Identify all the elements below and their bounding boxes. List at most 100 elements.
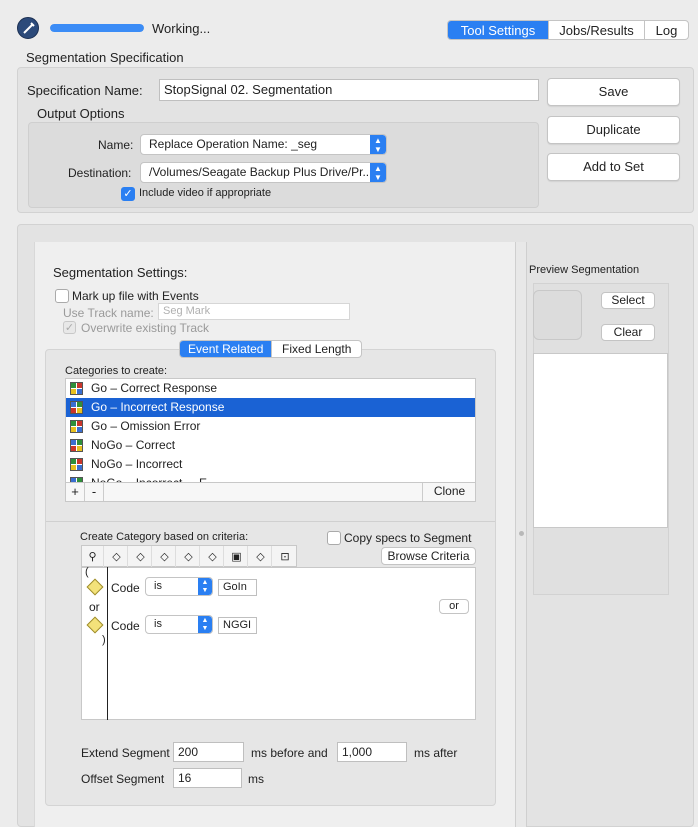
tab-tool-settings[interactable]: Tool Settings [448, 21, 549, 39]
category-list-footer: + - Clone [65, 483, 476, 502]
category-list[interactable]: Go – Correct Response Go – Incorrect Resp… [65, 378, 476, 483]
ms-label: ms [248, 772, 264, 786]
category-row[interactable]: NoGo – Correct [66, 436, 475, 455]
criteria-separator [46, 521, 495, 522]
category-grid-icon [70, 439, 83, 453]
category-rows: Go – Correct Response Go – Incorrect Resp… [66, 379, 475, 483]
output-name-value: Replace Operation Name: _seg [149, 137, 318, 151]
main-tabs: Tool Settings Jobs/Results Log [447, 20, 689, 40]
category-label: NoGo – Incorrect ... E... [91, 476, 218, 483]
criterion-1-value[interactable]: GoIn [218, 579, 257, 596]
preview-thumbnail [533, 290, 582, 340]
tab-jobs-results[interactable]: Jobs/Results [549, 21, 645, 39]
offset-input[interactable]: 16 [173, 768, 242, 788]
settings-title: Segmentation Settings: [53, 265, 188, 280]
criteria-tool-7-icon[interactable]: ▣ [226, 546, 248, 568]
include-video-label: Include video if appropriate [139, 187, 272, 199]
spec-name-label: Specification Name: [27, 83, 143, 98]
app-icon [17, 17, 39, 39]
destination-label: Destination: [68, 166, 132, 180]
criteria-tool-2-icon[interactable]: ◇ [106, 546, 128, 568]
category-label: NoGo – Correct [91, 438, 176, 452]
split-divider[interactable] [515, 242, 527, 827]
before-label: ms before and [251, 746, 328, 760]
extend-label: Extend Segment [81, 746, 170, 760]
mode-tabs: Event Related Fixed Length [179, 340, 362, 358]
criterion-1-op-popup[interactable]: is ▲ ▼ [145, 577, 213, 596]
output-name-popup[interactable]: Replace Operation Name: _seg ▲ ▼ [140, 134, 387, 155]
offset-label: Offset Segment [81, 772, 165, 786]
clear-button[interactable]: Clear [601, 324, 655, 341]
progress-bar [50, 24, 144, 32]
tab-event-related[interactable]: Event Related [180, 341, 273, 357]
category-grid-icon [70, 382, 83, 396]
criteria-tool-1-icon[interactable]: ⚲ [82, 546, 104, 568]
markup-label: Mark up file with Events [72, 289, 199, 303]
copy-specs-checkbox[interactable] [327, 531, 341, 545]
criteria-area [81, 567, 476, 720]
include-video-checkbox[interactable]: ✓ [121, 187, 135, 201]
destination-popup[interactable]: /Volumes/Seagate Backup Plus Drive/Pr...… [140, 162, 387, 183]
divider-handle-icon [519, 531, 524, 536]
category-grid-icon [70, 420, 83, 434]
overwrite-checkbox[interactable]: ✓ [63, 321, 76, 334]
chevron-updown-icon: ▲ ▼ [198, 578, 212, 595]
criterion-2-op: is [154, 618, 162, 630]
categories-label: Categories to create: [65, 365, 168, 377]
criterion-2-field: Code [111, 619, 140, 633]
criteria-tool-6-icon[interactable]: ◇ [202, 546, 224, 568]
copy-specs-label: Copy specs to Segment [344, 531, 472, 545]
category-label: Go – Omission Error [91, 419, 201, 433]
overwrite-label: Overwrite existing Track [81, 321, 210, 335]
after-label: ms after [414, 746, 458, 760]
remove-category-button[interactable]: - [85, 483, 104, 501]
criteria-gutter-line [107, 567, 108, 720]
category-row[interactable]: Go – Correct Response [66, 379, 475, 398]
criterion-2-op-popup[interactable]: is ▲ ▼ [145, 615, 213, 634]
spec-name-field[interactable]: StopSignal 02. Segmentation [159, 79, 539, 101]
add-to-set-button[interactable]: Add to Set [547, 153, 680, 181]
preview-list[interactable] [533, 353, 668, 528]
criteria-tool-3-icon[interactable]: ◇ [130, 546, 152, 568]
extend-before-input[interactable]: 200 [173, 742, 244, 762]
or-text: or [89, 600, 100, 614]
spec-section-title: Segmentation Specification [26, 50, 184, 65]
criteria-tool-9-icon[interactable]: ⊡ [274, 546, 296, 568]
category-label: Go – Incorrect Response [91, 400, 225, 414]
open-paren: ( [85, 566, 89, 578]
progress-fill [50, 24, 144, 32]
select-button[interactable]: Select [601, 292, 655, 309]
preview-title: Preview Segmentation [529, 264, 640, 276]
browse-criteria-button[interactable]: Browse Criteria [381, 547, 476, 565]
chevron-updown-icon: ▲ ▼ [198, 616, 212, 633]
destination-value: /Volumes/Seagate Backup Plus Drive/Pr... [149, 165, 373, 179]
criteria-tool-4-icon[interactable]: ◇ [154, 546, 176, 568]
category-label: NoGo – Incorrect [91, 457, 183, 471]
save-button[interactable]: Save [547, 78, 680, 106]
category-grid-icon [70, 458, 83, 472]
category-row[interactable]: NoGo – Incorrect [66, 455, 475, 474]
criteria-toolbar: ⚲ ◇ ◇ ◇ ◇ ◇ ▣ ◇ ⊡ [81, 545, 297, 568]
track-name-input[interactable]: Seg Mark [158, 303, 350, 320]
extend-after-input[interactable]: 1,000 [337, 742, 407, 762]
clone-button[interactable]: Clone [422, 483, 476, 501]
or-button[interactable]: or [439, 599, 469, 614]
duplicate-button[interactable]: Duplicate [547, 116, 680, 144]
category-row[interactable]: Go – Omission Error [66, 417, 475, 436]
category-row[interactable]: Go – Incorrect Response [66, 398, 475, 417]
criterion-2-value[interactable]: NGGI [218, 617, 257, 634]
category-row[interactable]: NoGo – Incorrect ... E... [66, 474, 475, 483]
status-text: Working... [152, 21, 211, 36]
criterion-1-field: Code [111, 581, 140, 595]
criteria-tool-5-icon[interactable]: ◇ [178, 546, 200, 568]
tab-log[interactable]: Log [645, 21, 688, 39]
use-track-label: Use Track name: [63, 306, 154, 320]
markup-checkbox[interactable] [55, 289, 69, 303]
category-grid-icon [70, 401, 83, 415]
add-category-button[interactable]: + [66, 483, 85, 501]
tab-fixed-length[interactable]: Fixed Length [272, 341, 361, 357]
criteria-tool-8-icon[interactable]: ◇ [250, 546, 272, 568]
criteria-label: Create Category based on criteria: [80, 531, 249, 543]
chevron-updown-icon: ▲ ▼ [370, 135, 386, 154]
category-label: Go – Correct Response [91, 381, 218, 395]
